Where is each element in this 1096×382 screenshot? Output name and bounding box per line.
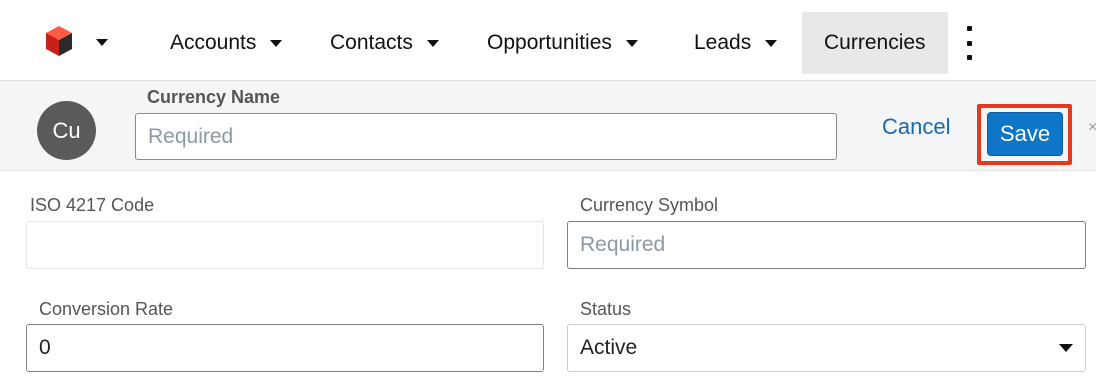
currency-symbol-input[interactable]: [567, 221, 1086, 269]
iso-code-label: ISO 4217 Code: [30, 195, 155, 215]
chevron-down-icon[interactable]: [270, 39, 283, 47]
iso-code-field: [26, 221, 544, 269]
nav-item-opportunities[interactable]: Opportunities: [487, 12, 638, 74]
currency-symbol-label: Currency Symbol: [580, 195, 719, 215]
chevron-down-icon[interactable]: [96, 39, 108, 46]
nav-item-currencies[interactable]: Currencies: [802, 12, 948, 74]
nav-item-label: Leads: [694, 31, 752, 54]
status-value: Active: [580, 336, 638, 359]
conversion-rate-input[interactable]: [26, 324, 544, 372]
avatar: Cu: [37, 101, 96, 160]
save-button[interactable]: Save: [987, 112, 1063, 156]
nav-item-label: Currencies: [824, 31, 926, 54]
nav-item-leads[interactable]: Leads: [694, 12, 778, 74]
chevron-down-icon[interactable]: [765, 39, 778, 47]
nav-item-accounts[interactable]: Accounts: [170, 12, 283, 74]
chevron-down-icon[interactable]: [625, 39, 638, 47]
conversion-rate-label: Conversion Rate: [39, 299, 174, 319]
record-header: Cu Currency Name Cancel Save ×: [0, 80, 1096, 171]
top-nav: Accounts Contacts Opportunities Leads Cu…: [0, 0, 1096, 80]
nav-item-contacts[interactable]: Contacts: [330, 12, 439, 74]
currency-name-label: Currency Name: [147, 87, 281, 107]
cancel-button[interactable]: Cancel: [882, 114, 950, 140]
currency-name-input[interactable]: [135, 113, 837, 160]
kebab-menu-icon[interactable]: [962, 26, 976, 60]
home-menu[interactable]: [44, 24, 114, 58]
nav-item-label: Contacts: [330, 31, 413, 54]
sugar-cube-logo-icon: [46, 26, 72, 56]
nav-item-label: Opportunities: [487, 31, 612, 54]
status-label: Status: [580, 299, 632, 319]
status-select[interactable]: Active: [567, 324, 1086, 372]
chevron-down-icon: [1059, 344, 1073, 352]
chevron-down-icon[interactable]: [426, 39, 439, 47]
close-icon[interactable]: ×: [1088, 119, 1096, 137]
nav-item-label: Accounts: [170, 31, 257, 54]
